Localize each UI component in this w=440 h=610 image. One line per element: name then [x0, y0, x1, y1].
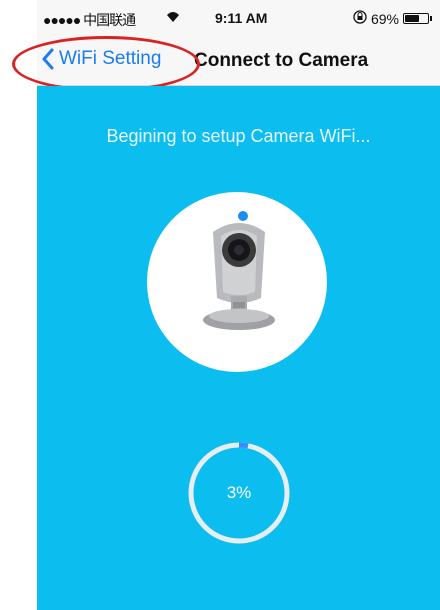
- camera-image: [147, 192, 327, 372]
- setup-panel: Begining to setup Camera WiFi... 3%: [37, 86, 440, 610]
- camera-icon: [203, 211, 275, 330]
- back-button-label: WiFi Setting: [59, 48, 162, 69]
- progress-percent: 3%: [226, 483, 252, 502]
- setup-status-heading: Begining to setup Camera WiFi...: [106, 126, 371, 146]
- status-bar: ●●●●● 中国联通 9:11 AM 69%: [37, 0, 440, 38]
- back-button[interactable]: WiFi Setting: [41, 48, 161, 70]
- back-chevron-icon: [42, 48, 54, 70]
- rotation-lock-icon: [353, 10, 367, 27]
- battery-icon: [403, 13, 429, 24]
- wifi-icon: [165, 9, 181, 26]
- progress-ring: 3%: [187, 441, 291, 545]
- battery-percent: 69%: [370, 10, 399, 27]
- navigation-bar: WiFi Setting Connect to Camera: [37, 38, 440, 86]
- page-title: Connect to Camera: [194, 50, 369, 71]
- status-time: 9:11 AM: [215, 10, 268, 26]
- carrier-label: ●●●●● 中国联通: [43, 12, 136, 28]
- battery-status: 69%: [353, 10, 432, 27]
- battery-level: [405, 15, 419, 22]
- battery-tip: [430, 16, 432, 21]
